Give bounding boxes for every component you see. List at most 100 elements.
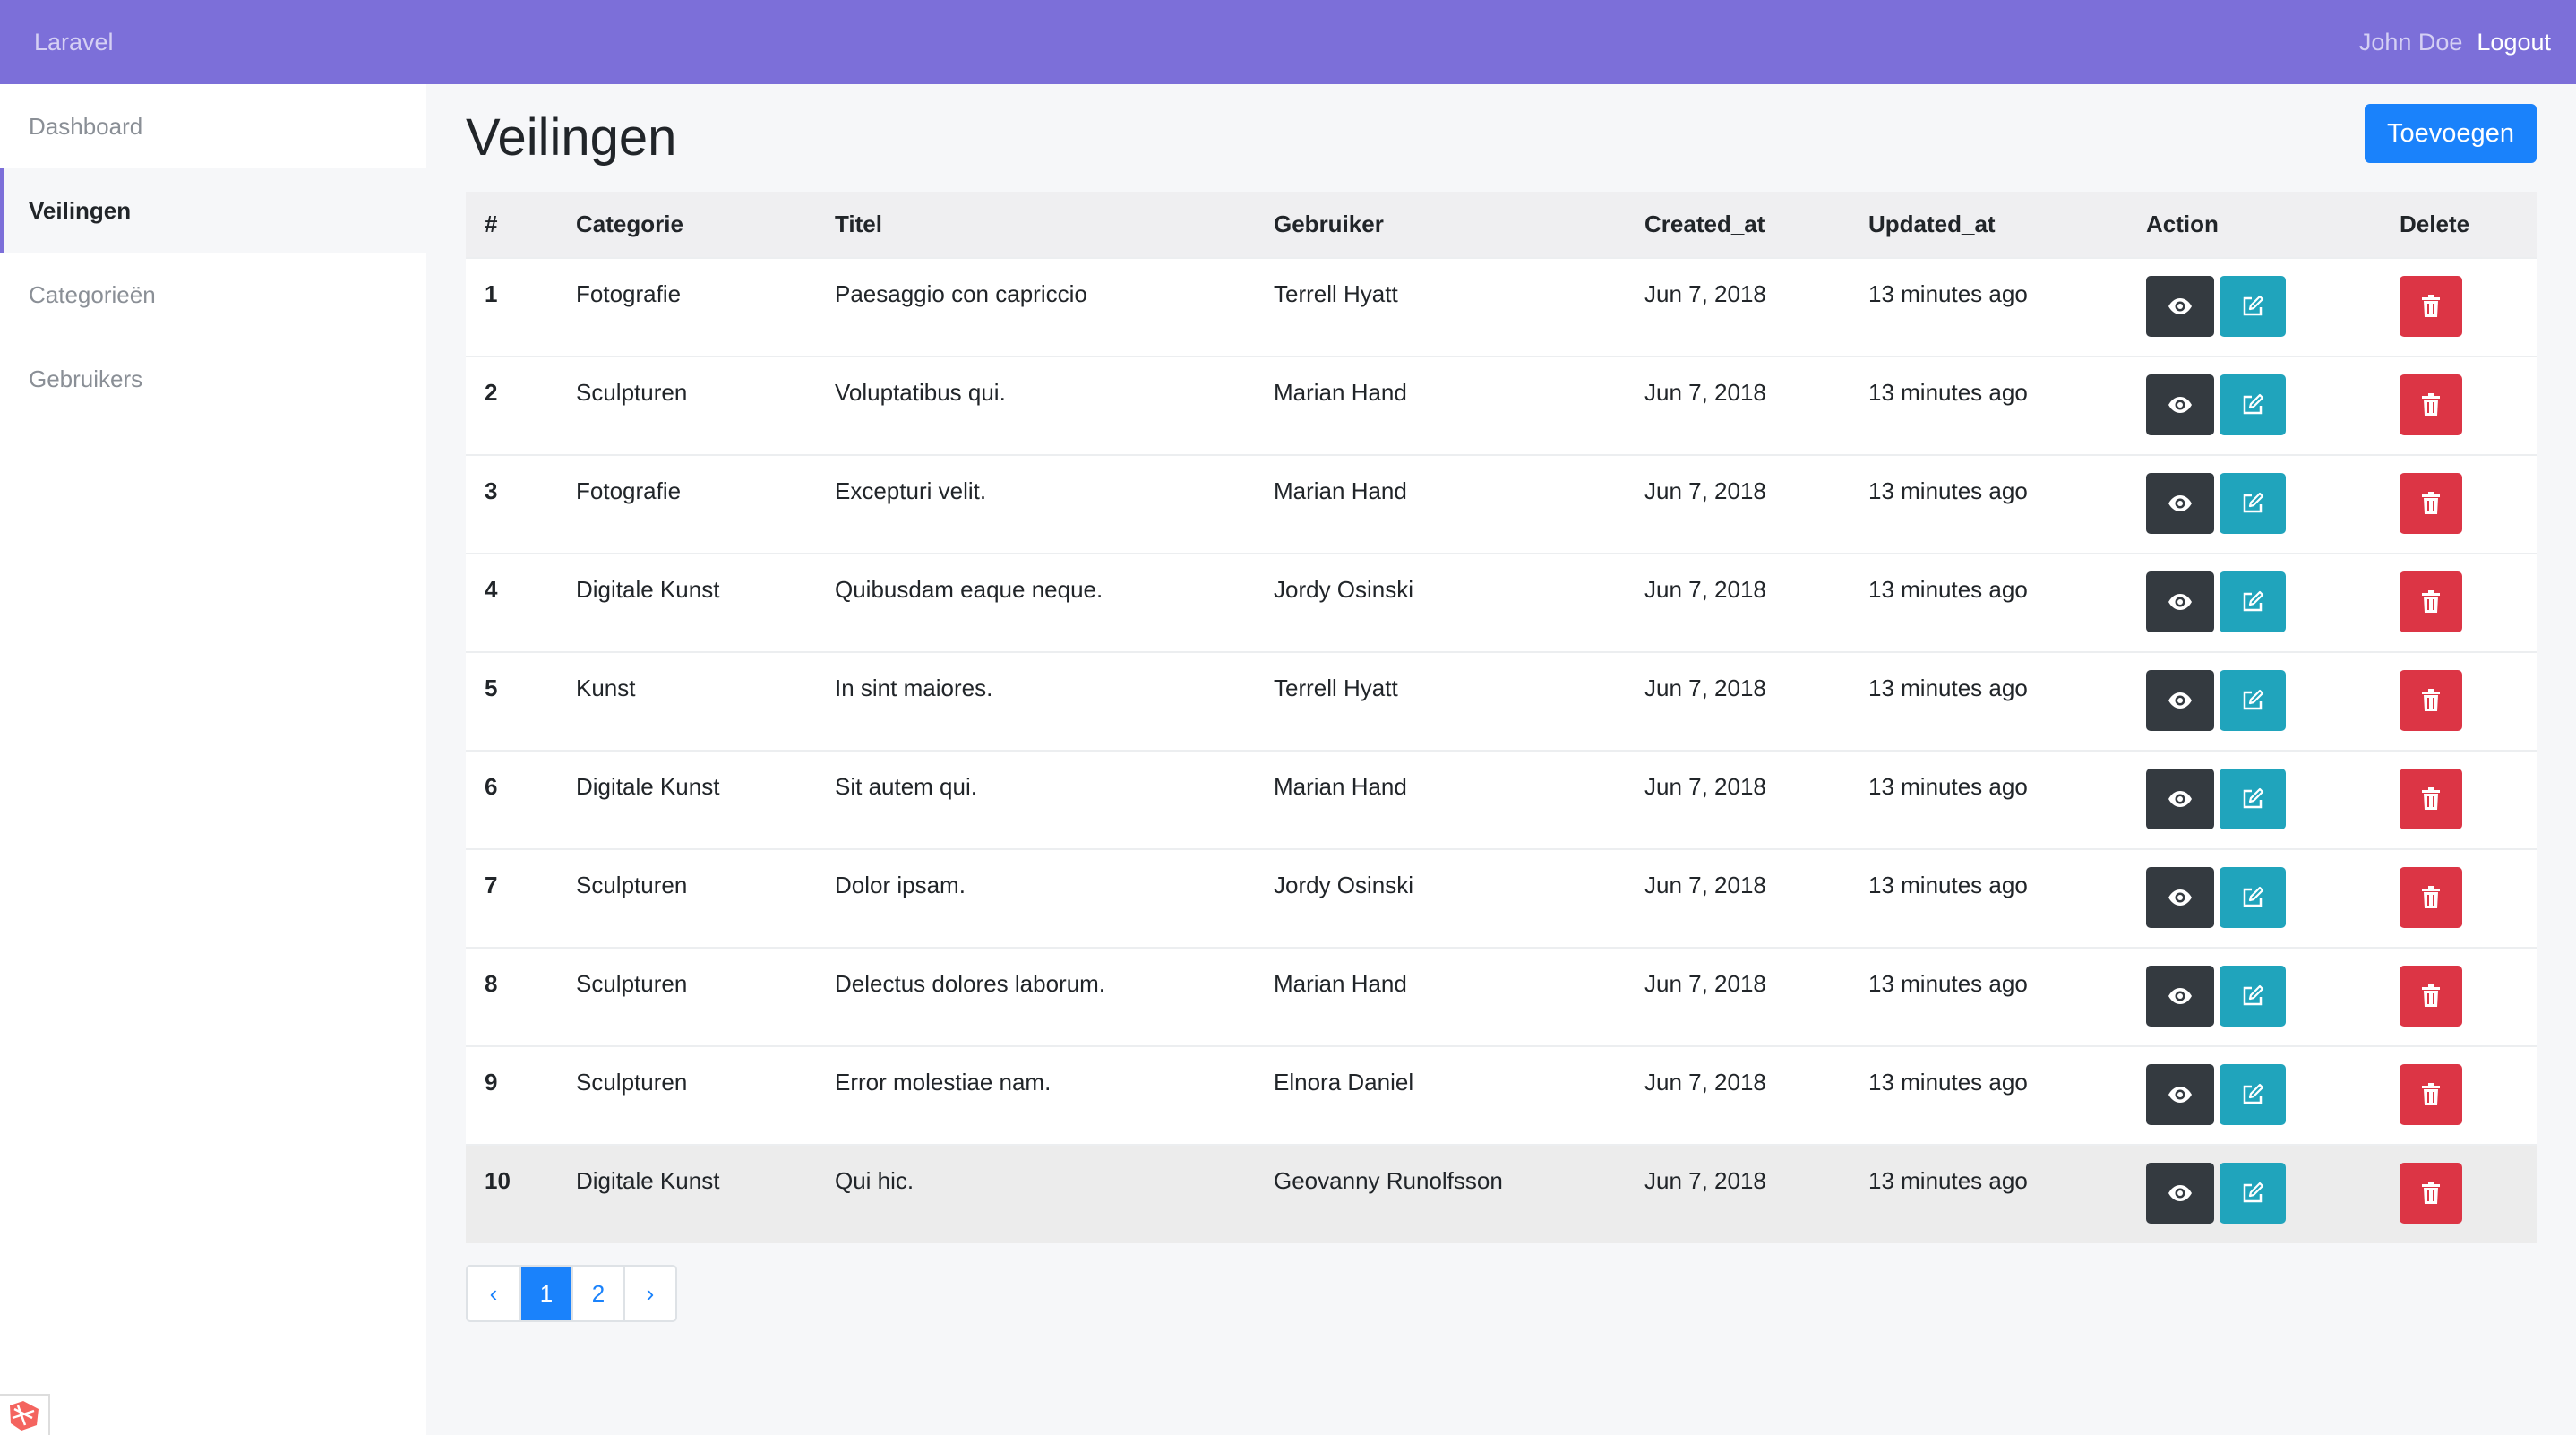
pagination-next[interactable]: › bbox=[623, 1267, 675, 1320]
column-header-updated-at: Updated_at bbox=[1868, 211, 1996, 237]
user-name[interactable]: John Doe bbox=[2359, 29, 2463, 56]
cell-delete bbox=[2381, 455, 2537, 554]
edit-button[interactable] bbox=[2220, 473, 2286, 534]
trash-icon bbox=[2422, 393, 2440, 416]
view-button[interactable] bbox=[2146, 571, 2214, 632]
cell-updated-at: 13 minutes ago bbox=[1868, 1167, 2028, 1194]
cell-titel: In sint maiores. bbox=[835, 675, 993, 701]
edit-button[interactable] bbox=[2220, 1064, 2286, 1125]
pagination-page-1[interactable]: 1 bbox=[519, 1267, 571, 1320]
delete-button[interactable] bbox=[2400, 473, 2462, 534]
cell-created-at: Jun 7, 2018 bbox=[1644, 1167, 1766, 1194]
cell-created-at: Jun 7, 2018 bbox=[1644, 773, 1766, 800]
cell-categorie: Sculpturen bbox=[576, 379, 688, 406]
view-button[interactable] bbox=[2146, 473, 2214, 534]
cell-action bbox=[2127, 258, 2381, 357]
cell-gebruiker: Geovanny Runolfsson bbox=[1274, 1167, 1503, 1194]
brand-link[interactable]: Laravel bbox=[34, 29, 114, 56]
table-row: 8 Sculpturen Delectus dolores laborum. M… bbox=[466, 948, 2537, 1046]
cell-action bbox=[2127, 455, 2381, 554]
cell-gebruiker: Marian Hand bbox=[1274, 477, 1407, 504]
pagination-page-2[interactable]: 2 bbox=[571, 1267, 623, 1320]
trash-icon bbox=[2422, 984, 2440, 1007]
column-header-gebruiker: Gebruiker bbox=[1274, 211, 1384, 237]
cell-delete bbox=[2381, 554, 2537, 652]
edit-button[interactable] bbox=[2220, 276, 2286, 337]
cell-action bbox=[2127, 849, 2381, 948]
edit-button[interactable] bbox=[2220, 867, 2286, 928]
debugbar-toggle[interactable] bbox=[0, 1394, 50, 1435]
edit-button[interactable] bbox=[2220, 966, 2286, 1027]
cell-created-at: Jun 7, 2018 bbox=[1644, 872, 1766, 898]
cell-categorie: Digitale Kunst bbox=[576, 773, 720, 800]
eye-icon bbox=[2168, 594, 2192, 610]
cell-action bbox=[2127, 948, 2381, 1046]
delete-button[interactable] bbox=[2400, 1163, 2462, 1224]
cell-titel: Qui hic. bbox=[835, 1167, 914, 1194]
edit-button[interactable] bbox=[2220, 769, 2286, 829]
cell-created-at: Jun 7, 2018 bbox=[1644, 1069, 1766, 1096]
sidebar-item-categorieen[interactable]: Categorieën bbox=[0, 253, 426, 337]
cell-id: 2 bbox=[485, 379, 498, 406]
edit-icon bbox=[2243, 492, 2264, 513]
cell-titel: Quibusdam eaque neque. bbox=[835, 576, 1103, 603]
table-row: 1 Fotografie Paesaggio con capriccio Ter… bbox=[466, 258, 2537, 357]
cell-categorie: Fotografie bbox=[576, 280, 682, 307]
view-button[interactable] bbox=[2146, 670, 2214, 731]
cell-updated-at: 13 minutes ago bbox=[1868, 576, 2028, 603]
delete-button[interactable] bbox=[2400, 670, 2462, 731]
cell-id: 10 bbox=[485, 1167, 511, 1194]
table-row: 10 Digitale Kunst Qui hic. Geovanny Runo… bbox=[466, 1145, 2537, 1243]
delete-button[interactable] bbox=[2400, 769, 2462, 829]
sidebar-item-veilingen[interactable]: Veilingen bbox=[0, 168, 426, 253]
add-button[interactable]: Toevoegen bbox=[2365, 104, 2537, 163]
cell-id: 9 bbox=[485, 1069, 498, 1096]
eye-icon bbox=[2168, 1185, 2192, 1201]
view-button[interactable] bbox=[2146, 966, 2214, 1027]
table-row: 7 Sculpturen Dolor ipsam. Jordy Osinski … bbox=[466, 849, 2537, 948]
view-button[interactable] bbox=[2146, 374, 2214, 435]
cell-action bbox=[2127, 554, 2381, 652]
cell-delete bbox=[2381, 948, 2537, 1046]
delete-button[interactable] bbox=[2400, 966, 2462, 1027]
sidebar: Dashboard Veilingen Categorieën Gebruike… bbox=[0, 84, 426, 1435]
column-header-categorie: Categorie bbox=[576, 211, 683, 237]
cell-id: 3 bbox=[485, 477, 498, 504]
logout-link[interactable]: Logout bbox=[2477, 29, 2551, 56]
cell-gebruiker: Terrell Hyatt bbox=[1274, 675, 1398, 701]
view-button[interactable] bbox=[2146, 867, 2214, 928]
edit-icon bbox=[2243, 393, 2264, 415]
cell-delete bbox=[2381, 258, 2537, 357]
view-button[interactable] bbox=[2146, 1064, 2214, 1125]
view-button[interactable] bbox=[2146, 1163, 2214, 1224]
trash-icon bbox=[2422, 1182, 2440, 1204]
cell-updated-at: 13 minutes ago bbox=[1868, 675, 2028, 701]
sidebar-item-gebruikers[interactable]: Gebruikers bbox=[0, 337, 426, 421]
auctions-table: # Categorie Titel Gebruiker Created_at U… bbox=[466, 192, 2537, 1243]
cell-gebruiker: Marian Hand bbox=[1274, 970, 1407, 997]
trash-icon bbox=[2422, 295, 2440, 317]
delete-button[interactable] bbox=[2400, 571, 2462, 632]
column-header-id: # bbox=[485, 211, 498, 237]
edit-button[interactable] bbox=[2220, 374, 2286, 435]
cell-created-at: Jun 7, 2018 bbox=[1644, 477, 1766, 504]
edit-button[interactable] bbox=[2220, 1163, 2286, 1224]
cell-created-at: Jun 7, 2018 bbox=[1644, 280, 1766, 307]
cell-delete bbox=[2381, 1046, 2537, 1145]
column-header-created-at: Created_at bbox=[1644, 211, 1765, 237]
edit-button[interactable] bbox=[2220, 670, 2286, 731]
delete-button[interactable] bbox=[2400, 1064, 2462, 1125]
cell-created-at: Jun 7, 2018 bbox=[1644, 970, 1766, 997]
sidebar-item-dashboard[interactable]: Dashboard bbox=[0, 84, 426, 168]
cell-gebruiker: Jordy Osinski bbox=[1274, 576, 1414, 603]
eye-icon bbox=[2168, 298, 2192, 314]
delete-button[interactable] bbox=[2400, 374, 2462, 435]
cell-categorie: Sculpturen bbox=[576, 1069, 688, 1096]
delete-button[interactable] bbox=[2400, 276, 2462, 337]
edit-button[interactable] bbox=[2220, 571, 2286, 632]
pagination-prev[interactable]: ‹ bbox=[468, 1267, 519, 1320]
view-button[interactable] bbox=[2146, 276, 2214, 337]
delete-button[interactable] bbox=[2400, 867, 2462, 928]
cell-id: 8 bbox=[485, 970, 498, 997]
view-button[interactable] bbox=[2146, 769, 2214, 829]
